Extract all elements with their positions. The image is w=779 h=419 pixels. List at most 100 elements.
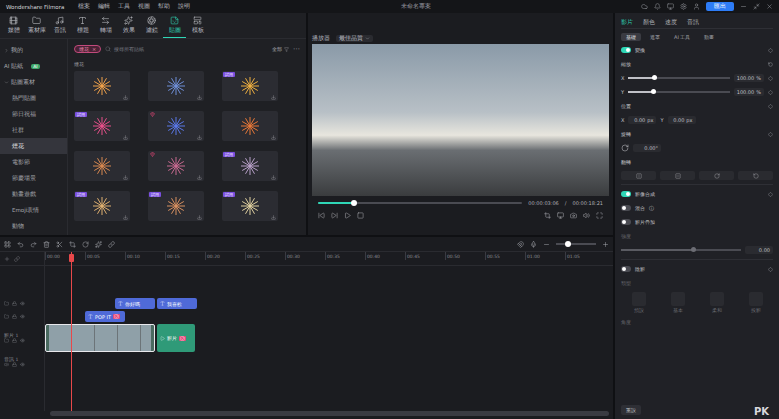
link-icon[interactable] <box>14 256 20 262</box>
minimize-icon[interactable] <box>740 3 747 10</box>
sidebar-item[interactable]: 節日祝福 <box>0 106 67 122</box>
timeline-clip[interactable]: 影片 <box>157 324 195 352</box>
timeline-scrollbar[interactable] <box>50 411 609 416</box>
cloud-icon[interactable] <box>641 3 648 10</box>
inspector-subtab[interactable]: AI 工具 <box>669 33 695 41</box>
sticker-tile[interactable] <box>222 111 278 141</box>
snapshot-icon[interactable] <box>570 212 577 219</box>
record-icon[interactable] <box>530 241 537 248</box>
inspector-tab[interactable]: 音訊 <box>687 19 699 26</box>
strength-slider[interactable] <box>621 249 741 251</box>
shadow-toggle[interactable] <box>621 266 631 272</box>
eye-icon[interactable] <box>20 301 25 306</box>
rotate-button[interactable] <box>738 171 773 180</box>
toolbar-tab[interactable]: 素材庫 <box>25 13 48 38</box>
scale-field[interactable]: 100.00% <box>734 88 764 96</box>
sticker-tile[interactable]: 試用 <box>74 111 130 141</box>
sidebar-item[interactable]: 熱門貼圖 <box>0 90 67 106</box>
sticker-tile[interactable] <box>74 71 130 101</box>
snap-icon[interactable] <box>517 241 524 248</box>
flip-button[interactable] <box>660 171 695 180</box>
inspector-tab[interactable]: 影片 <box>621 19 633 26</box>
sticker-tile[interactable]: 試用 <box>222 191 278 221</box>
play-icon[interactable] <box>344 212 351 219</box>
eye-icon[interactable] <box>20 362 25 367</box>
restore-icon[interactable] <box>753 3 760 10</box>
option-toggle[interactable] <box>621 205 631 211</box>
time-ruler[interactable]: 00:0000:0500:1000:1500:2000:2500:3000:35… <box>45 252 613 266</box>
fullscreen-icon[interactable] <box>596 212 603 219</box>
previous-frame-icon[interactable] <box>318 212 325 219</box>
inspector-tab[interactable]: 速度 <box>665 19 677 26</box>
lock-icon[interactable] <box>12 362 17 367</box>
toolbar-tab[interactable]: 轉場 <box>94 13 117 38</box>
inspector-subtab[interactable]: 動畫 <box>699 33 719 41</box>
rotate-icon[interactable] <box>82 241 89 248</box>
volume-icon[interactable] <box>583 212 590 219</box>
keyframe-icon[interactable] <box>768 104 773 109</box>
flip-button[interactable] <box>621 171 656 180</box>
eye-icon[interactable] <box>20 338 25 343</box>
toolbar-tab[interactable]: 音訊 <box>48 13 71 38</box>
lock-icon[interactable] <box>12 338 17 343</box>
shadow-type-option[interactable]: 柔和 <box>699 292 734 313</box>
layout-icon[interactable] <box>4 241 11 248</box>
zoom-in-icon[interactable] <box>602 241 609 248</box>
timeline-clip[interactable] <box>45 324 155 352</box>
zoom-out-icon[interactable] <box>543 241 550 248</box>
inspector-tab[interactable]: 顏色 <box>643 19 655 26</box>
link-icon[interactable] <box>108 241 115 248</box>
sticker-tile[interactable]: 試用 <box>74 191 130 221</box>
sidebar-item[interactable]: 貼圖素材 <box>0 74 67 90</box>
keyframe-icon[interactable] <box>768 267 773 272</box>
add-track-icon[interactable] <box>4 256 10 262</box>
position-field[interactable]: 0.00px <box>668 116 696 124</box>
reset-icon[interactable] <box>768 62 773 67</box>
filter-dropdown[interactable]: 全部 <box>272 46 289 52</box>
track-type-icon[interactable] <box>4 338 9 343</box>
track-type-icon[interactable] <box>4 362 9 367</box>
sidebar-item[interactable]: AI 貼紙AI <box>0 58 67 74</box>
crop-icon[interactable] <box>544 212 551 219</box>
sticker-tile[interactable] <box>148 71 204 101</box>
sidebar-item[interactable]: 電影節 <box>0 154 67 170</box>
download-icon[interactable] <box>271 175 276 180</box>
download-icon[interactable] <box>123 175 128 180</box>
transform-toggle[interactable] <box>621 47 631 53</box>
option-toggle[interactable] <box>621 219 631 225</box>
redo-icon[interactable] <box>30 241 37 248</box>
sticker-tile[interactable]: 試用 <box>222 71 278 101</box>
keyframe-icon[interactable] <box>768 48 773 53</box>
download-icon[interactable] <box>197 135 202 140</box>
next-frame-icon[interactable] <box>331 212 338 219</box>
shadow-type-option[interactable]: 投影 <box>738 292 773 313</box>
menu-item[interactable]: 說明 <box>178 3 190 10</box>
toolbar-tab[interactable]: 濾鏡 <box>140 13 163 38</box>
scale-slider[interactable] <box>628 91 730 93</box>
undo-icon[interactable] <box>17 241 24 248</box>
more-button[interactable]: ⋯ <box>293 45 300 53</box>
lock-icon[interactable] <box>12 314 17 319</box>
keyframe-icon[interactable] <box>768 132 773 137</box>
shadow-type-option[interactable]: 基本 <box>660 292 695 313</box>
rotate-field[interactable]: 0.00° <box>633 144 661 152</box>
crop-icon[interactable] <box>69 241 76 248</box>
scale-slider[interactable] <box>628 77 729 79</box>
keyframe-icon[interactable] <box>768 90 773 95</box>
download-icon[interactable] <box>271 135 276 140</box>
inspector-subtab[interactable]: 遮罩 <box>645 33 665 41</box>
sticker-tile[interactable] <box>148 151 204 181</box>
menu-item[interactable]: 視圖 <box>138 3 150 10</box>
shadow-type-option[interactable]: 預設 <box>621 292 656 313</box>
export-button[interactable]: 匯出 <box>706 2 734 11</box>
stop-icon[interactable] <box>357 212 364 219</box>
quality-select[interactable]: 最佳品質 <box>336 35 373 42</box>
track-type-icon[interactable] <box>4 314 9 319</box>
menu-item[interactable]: 幫助 <box>158 3 170 10</box>
delete-icon[interactable] <box>43 241 50 248</box>
keyframe-icon[interactable] <box>768 76 773 81</box>
progress-slider[interactable] <box>318 202 522 204</box>
zoom-slider[interactable] <box>556 243 596 245</box>
sidebar-item[interactable]: 我的 <box>0 42 67 58</box>
toolbar-tab[interactable]: 標題 <box>71 13 94 38</box>
